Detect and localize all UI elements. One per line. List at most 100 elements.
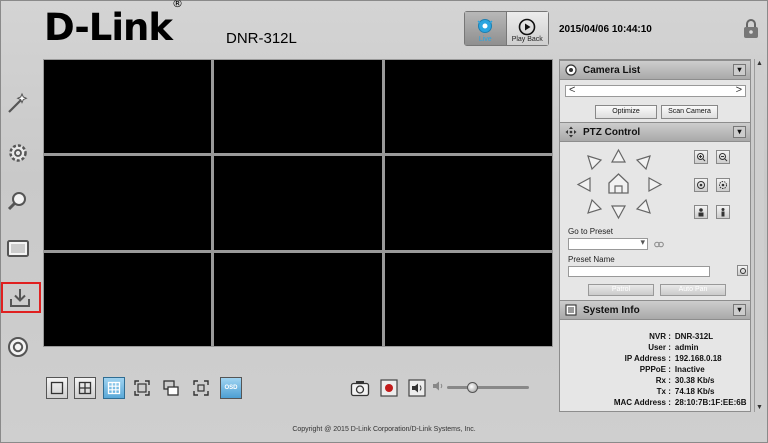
system-info-value: 192.168.0.18 <box>674 354 722 363</box>
camera-channel-cell[interactable] <box>384 60 552 154</box>
ptz-home-icon[interactable] <box>606 171 631 196</box>
sequence-button[interactable] <box>160 377 182 399</box>
system-info-title: System Info <box>583 304 640 316</box>
system-info-row: MAC Address :28:10:7B:1F:EE:6B <box>560 398 750 407</box>
camera-list-title: Camera List <box>583 64 641 76</box>
volume-slider-handle[interactable] <box>466 382 478 393</box>
camera-channel-cell[interactable] <box>44 156 212 250</box>
audio-button[interactable] <box>406 377 428 399</box>
auto-pan-button[interactable]: Auto Pan <box>660 284 726 296</box>
playback-mode-label: Play Back <box>511 36 543 43</box>
go-preset-icon[interactable] <box>654 240 664 249</box>
nine-view-button[interactable] <box>103 377 125 399</box>
focus-near-icon[interactable] <box>694 178 708 192</box>
camera-channel-cell[interactable] <box>214 252 382 346</box>
monitor-icon[interactable] <box>5 236 31 262</box>
fullscreen-icon <box>134 380 150 396</box>
ptz-down-right-icon[interactable] <box>635 198 652 215</box>
device-model: DNR-312L <box>226 30 297 47</box>
fullscreen-button[interactable] <box>131 377 153 399</box>
snapshot-button[interactable] <box>349 377 371 399</box>
system-info-value: Inactive <box>674 365 705 374</box>
live-mode-button[interactable]: Live <box>465 12 507 45</box>
live-camera-icon <box>477 19 493 33</box>
ptz-up-right-icon[interactable] <box>635 154 652 171</box>
camera-channel-cell[interactable] <box>384 252 552 346</box>
user-lock-icon[interactable] <box>742 17 760 39</box>
camera-list-scroller[interactable]: < > <box>565 84 746 97</box>
search-icon[interactable] <box>5 188 31 214</box>
ptz-right-icon[interactable] <box>646 176 663 193</box>
record-button[interactable] <box>378 377 400 399</box>
system-info-value: DNR-312L <box>674 332 714 341</box>
scan-camera-button[interactable]: Scan Camera <box>661 105 718 119</box>
ptz-move-icon <box>565 126 577 138</box>
sequence-icon <box>163 380 179 396</box>
go-to-preset-label: Go to Preset <box>568 227 613 236</box>
ptz-up-left-icon[interactable] <box>586 154 603 171</box>
system-info-value: 28:10:7B:1F:EE:6B <box>674 398 747 407</box>
snapshot-icon <box>350 381 370 397</box>
zoom-in-icon[interactable] <box>694 150 708 164</box>
preset-name-input[interactable] <box>568 266 710 277</box>
collapse-icon[interactable]: ▾ <box>733 304 746 316</box>
camera-list-header[interactable]: Camera List ▾ <box>560 60 750 80</box>
single-view-icon <box>50 381 64 395</box>
focus-far-icon[interactable] <box>716 178 730 192</box>
nine-view-icon <box>107 381 121 395</box>
save-preset-icon[interactable] <box>737 265 748 276</box>
system-info-row: User : admin <box>560 343 750 352</box>
single-view-button[interactable] <box>46 377 68 399</box>
optimize-button[interactable]: Optimize <box>595 105 657 119</box>
record-icon <box>380 379 398 397</box>
camera-channel-cell[interactable] <box>44 252 212 346</box>
scroll-up-icon[interactable]: ▲ <box>756 60 763 67</box>
live-mode-label: Live <box>478 36 492 43</box>
iris-close-icon[interactable] <box>716 205 730 219</box>
volume-slider[interactable] <box>447 382 529 393</box>
system-info-row: IP Address :192.168.0.18 <box>560 354 750 363</box>
patrol-button[interactable]: Patrol <box>588 284 654 296</box>
quad-view-button[interactable] <box>74 377 96 399</box>
collapse-icon[interactable]: ▾ <box>733 64 746 76</box>
system-info-value: admin <box>674 343 699 352</box>
multi-screen-button[interactable] <box>190 377 212 399</box>
panel-scrollbar[interactable]: ▲ ▼ <box>754 59 764 412</box>
camera-channel-cell[interactable] <box>214 156 382 250</box>
preset-name-label: Preset Name <box>568 255 615 264</box>
settings-gear-icon[interactable] <box>5 140 31 166</box>
ptz-up-icon[interactable] <box>610 148 627 165</box>
playback-mode-button[interactable]: Play Back <box>506 12 548 45</box>
system-info-key: IP Address <box>624 354 666 363</box>
system-info-header[interactable]: System Info ▾ <box>560 300 750 320</box>
ptz-down-left-icon[interactable] <box>586 198 603 215</box>
preset-select[interactable] <box>568 237 648 250</box>
copyright-text: Copyright @ 2015 D-Link Corporation/D-Li… <box>292 426 476 433</box>
camera-channel-cell[interactable] <box>384 156 552 250</box>
system-info-key: MAC Address <box>613 398 666 407</box>
system-info-row: Tx :74.18 Kb/s <box>560 387 750 396</box>
quad-view-icon <box>78 381 92 395</box>
camera-channel-cell[interactable] <box>214 60 382 154</box>
system-info-row: Rx :30.38 Kb/s <box>560 376 750 385</box>
scroll-down-icon[interactable]: ▼ <box>756 404 763 411</box>
collapse-icon[interactable]: ▾ <box>733 126 746 138</box>
current-datetime: 2015/04/06 10:44:10 <box>559 24 652 35</box>
zoom-out-icon[interactable] <box>716 150 730 164</box>
right-control-panel: Camera List ▾ < > Optimize Scan Camera P… <box>559 59 751 412</box>
scroll-left-icon[interactable]: < <box>569 84 575 96</box>
ptz-down-icon[interactable] <box>610 203 627 220</box>
ptz-left-icon[interactable] <box>576 176 593 193</box>
osd-button[interactable]: OSD <box>220 377 242 399</box>
system-info-value: 30.38 Kb/s <box>674 376 715 385</box>
ptz-control-header[interactable]: PTZ Control ▾ <box>560 122 750 142</box>
system-info-key: PPPoE <box>639 365 666 374</box>
camera-channel-cell[interactable] <box>44 60 212 154</box>
scroll-right-icon[interactable]: > <box>736 84 742 96</box>
wizard-icon[interactable] <box>5 90 31 116</box>
download-icon[interactable] <box>7 285 33 311</box>
audio-icon <box>408 379 426 397</box>
brand-logo: D-Link® <box>44 0 183 49</box>
iris-open-icon[interactable] <box>694 205 708 219</box>
help-icon[interactable] <box>5 334 31 360</box>
